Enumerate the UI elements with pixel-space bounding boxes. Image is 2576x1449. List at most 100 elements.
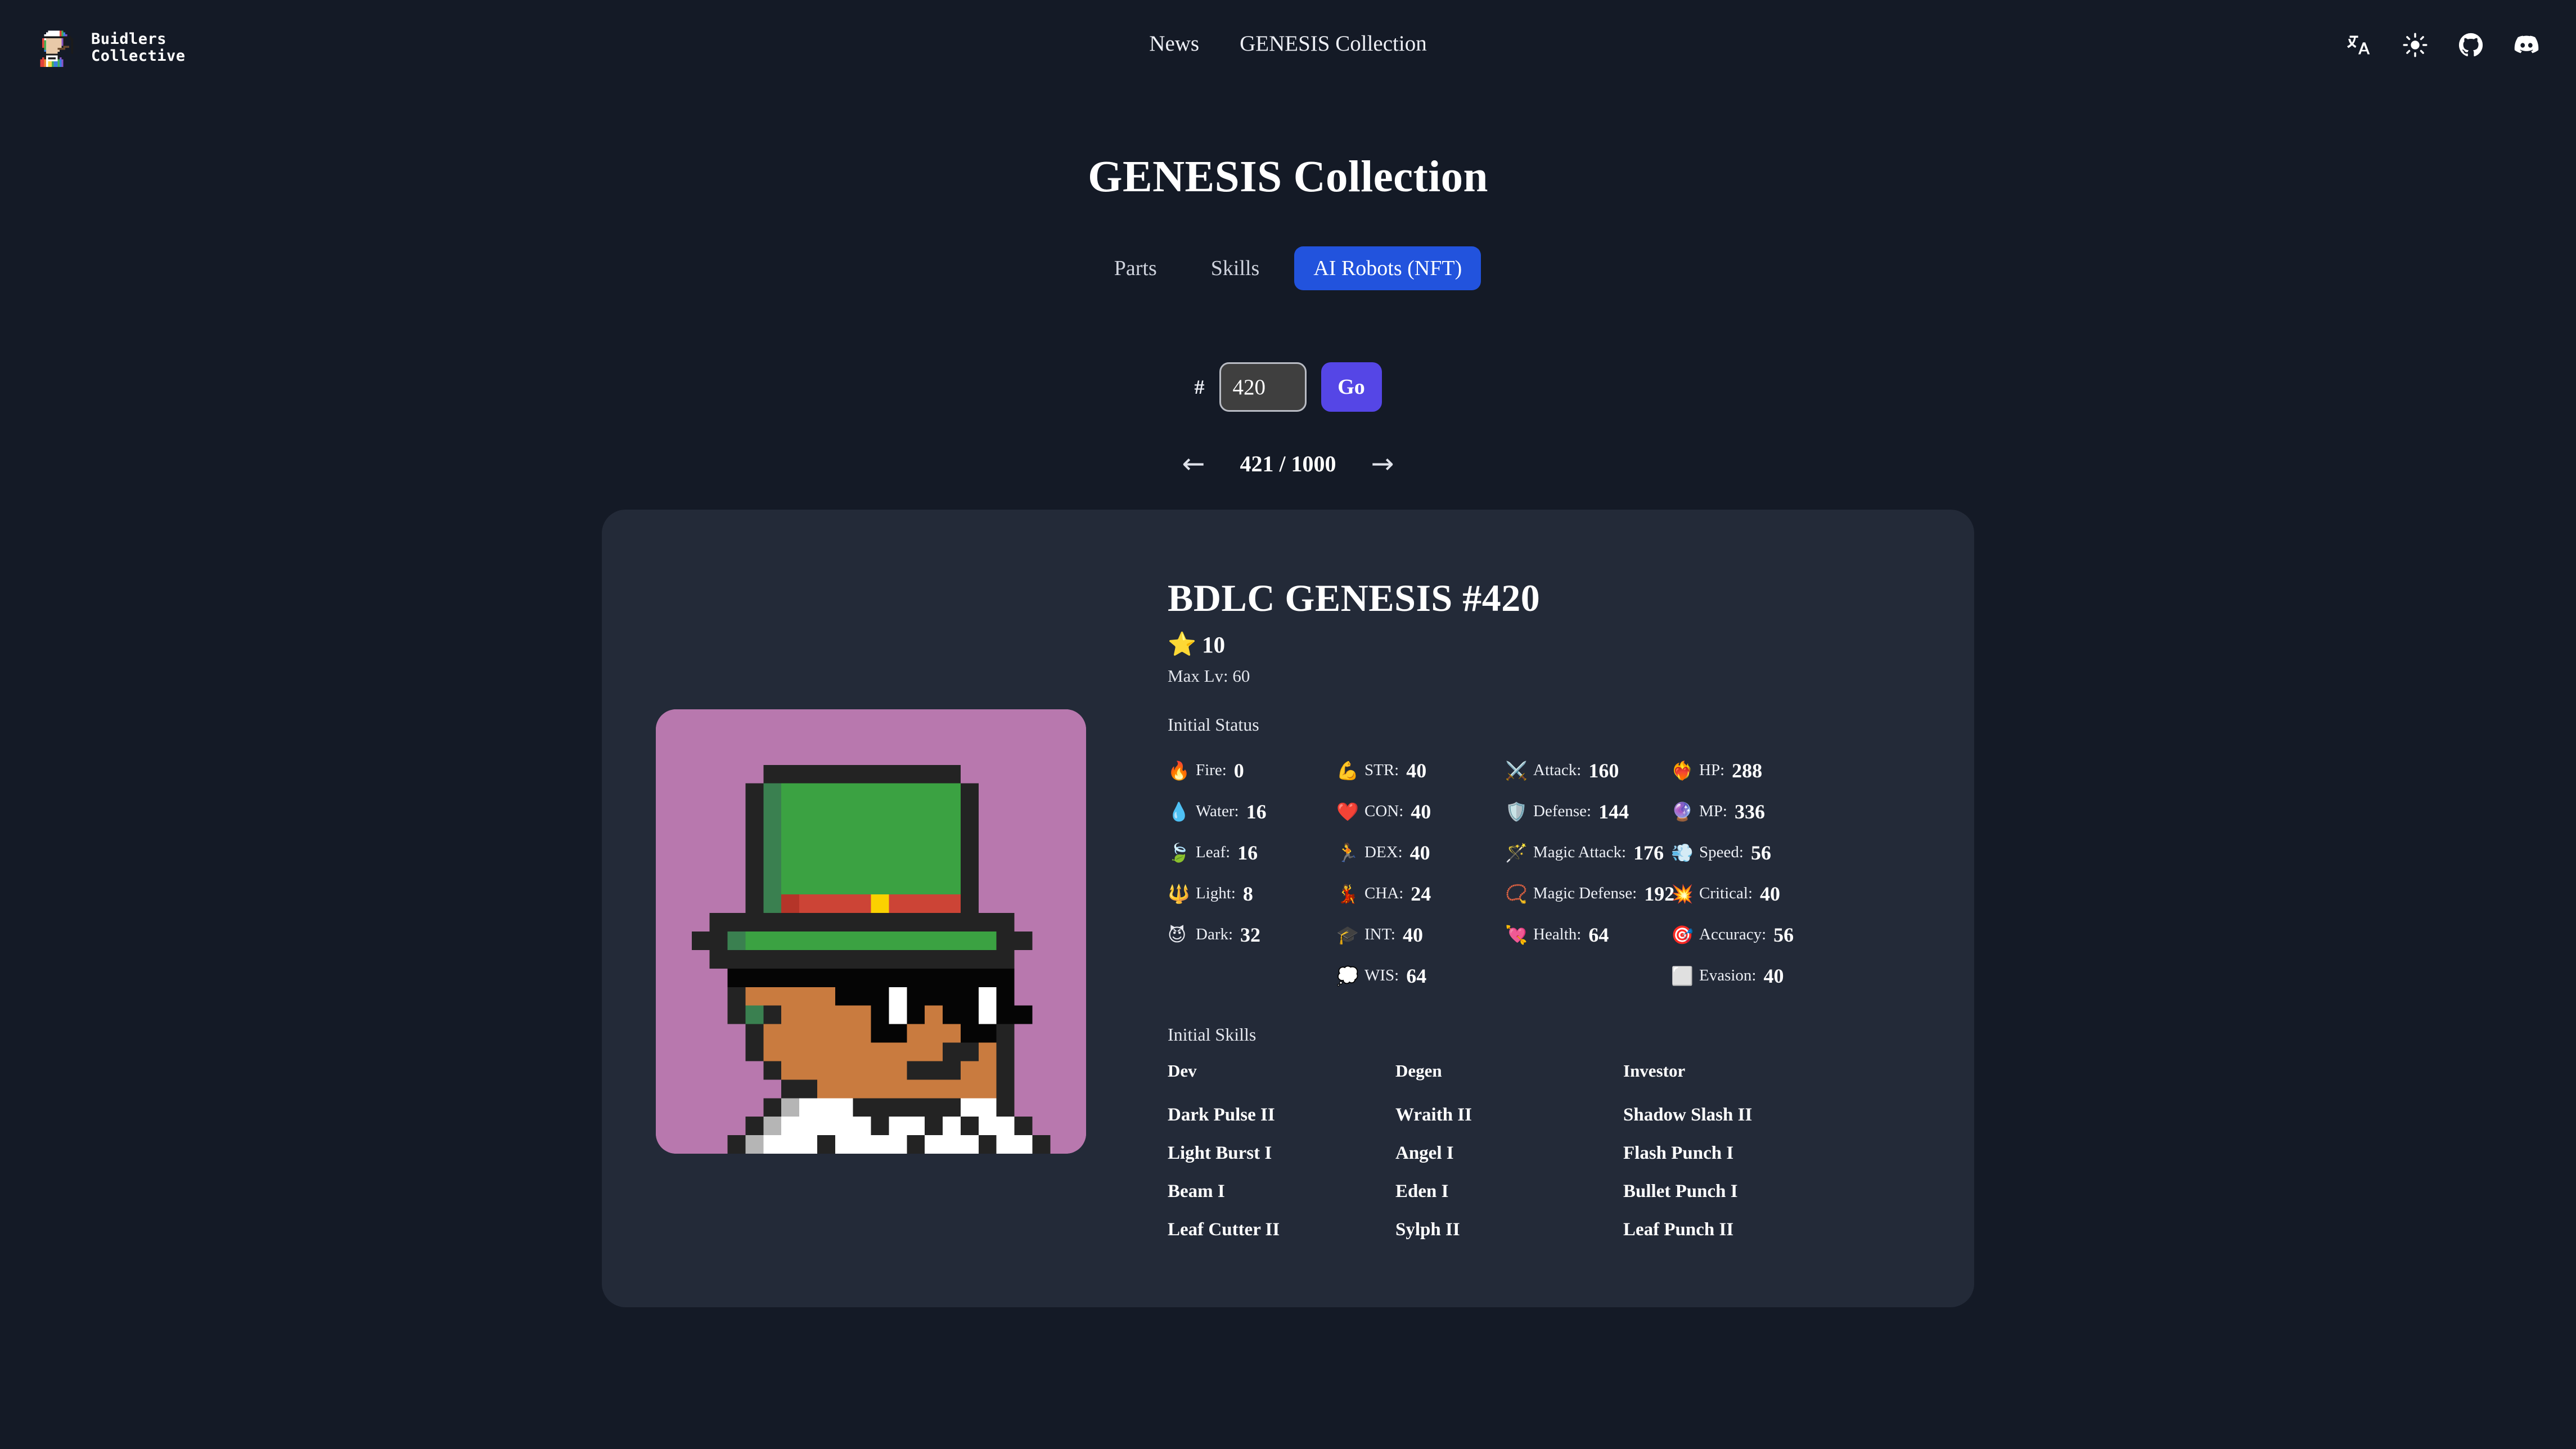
leaf-icon: 🍃 <box>1168 842 1190 863</box>
stat-value: 40 <box>1760 882 1781 905</box>
skill-item: Eden I <box>1395 1181 1449 1202</box>
stat-label: Light: <box>1196 884 1236 902</box>
stat-label: STR: <box>1364 761 1399 779</box>
stat-value: 40 <box>1402 923 1423 946</box>
charisma-icon: 💃 <box>1336 883 1359 904</box>
mp-icon: 🔮 <box>1671 800 1694 822</box>
stat-row: 🎯 Accuracy: 56 <box>1671 914 1840 955</box>
stat-label: Health: <box>1533 925 1582 943</box>
stat-label: DEX: <box>1364 843 1403 861</box>
nav-genesis-collection[interactable]: GENESIS Collection <box>1240 31 1427 56</box>
stat-column-elements: 🔥 Fire: 0 💧 Water: 16 🍃 Leaf: 16 🔱 Light: 8 😈 Dark: 32 <box>1168 750 1336 996</box>
stat-value: 176 <box>1633 841 1664 864</box>
skill-column: Degen Wraith II Angel I Eden I Sylph II <box>1395 1061 1623 1258</box>
stats-grid: 🔥 Fire: 0 💧 Water: 16 🍃 Leaf: 16 🔱 Light: 8 😈 Dark: 32… <box>1168 750 1920 996</box>
stat-label: Water: <box>1196 802 1239 820</box>
go-button[interactable]: Go <box>1321 362 1382 412</box>
skill-item: Beam I <box>1168 1181 1225 1202</box>
header-icon-group <box>2347 33 2539 57</box>
stat-value: 336 <box>1734 800 1765 823</box>
constitution-icon: ❤️ <box>1336 800 1359 822</box>
stat-value: 40 <box>1409 841 1430 864</box>
water-icon: 💧 <box>1168 800 1190 822</box>
rarity-row: ⭐ 10 <box>1168 631 1920 658</box>
stat-label: Attack: <box>1533 761 1582 779</box>
tab-ai-robots-nft[interactable]: AI Robots (NFT) <box>1294 246 1481 290</box>
stat-column-combat: ⚔️ Attack: 160 🛡️ Defense: 144 🪄 Magic Attack: 1… <box>1505 750 1674 996</box>
category-tabs: Parts Skills AI Robots (NFT) <box>0 246 2576 290</box>
stat-row: 🔱 Light: 8 <box>1168 873 1336 914</box>
skill-column: Investor Shadow Slash II Flash Punch I Bull… <box>1623 1061 1851 1258</box>
hp-icon: ❤️‍🔥 <box>1671 759 1694 781</box>
stat-label: Fire: <box>1196 761 1227 779</box>
magic-defense-icon: 📿 <box>1505 883 1528 904</box>
skills-grid: Dev Dark Pulse II Light Burst I Beam I Leaf … <box>1168 1061 1920 1258</box>
hash-label: # <box>1194 376 1205 398</box>
stat-row: 🪄 Magic Attack: 176 <box>1505 832 1671 873</box>
star-icon: ⭐ <box>1168 631 1197 658</box>
nft-info-column: BDLC GENESIS #420 ⭐ 10 Max Lv: 60 Initia… <box>1162 554 1920 1258</box>
stat-value: 56 <box>1773 923 1794 946</box>
stat-value: 56 <box>1750 841 1771 864</box>
pagination-label: 421 / 1000 <box>1240 451 1336 476</box>
stat-value: 40 <box>1406 759 1427 782</box>
nft-image-column <box>656 554 1162 1258</box>
defense-icon: 🛡️ <box>1505 800 1528 822</box>
brand-line-1: Buidlers <box>91 30 167 48</box>
discord-icon[interactable] <box>2514 33 2539 57</box>
github-icon[interactable] <box>2458 33 2483 57</box>
stat-value: 40 <box>1763 964 1784 987</box>
dark-icon: 😈 <box>1168 924 1187 946</box>
nav-news[interactable]: News <box>1149 31 1199 56</box>
page-title: GENESIS Collection <box>1088 152 1488 201</box>
stat-value: 144 <box>1598 800 1629 823</box>
skill-column: Dev Dark Pulse II Light Burst I Beam I Leaf … <box>1168 1061 1395 1258</box>
stat-value: 64 <box>1588 923 1609 946</box>
translate-icon[interactable] <box>2347 33 2372 57</box>
site-header: Buidlers Collective News GENESIS Collect… <box>0 0 2576 96</box>
stat-label: MP: <box>1699 802 1727 820</box>
stat-row: ❤️ CON: 40 <box>1336 791 1505 832</box>
token-id-input[interactable] <box>1219 362 1307 412</box>
stat-row: 🏃 DEX: 40 <box>1336 832 1505 873</box>
skill-item: Leaf Cutter II <box>1168 1220 1280 1240</box>
skill-item: Flash Punch I <box>1623 1143 1734 1163</box>
skill-item: Light Burst I <box>1168 1143 1272 1163</box>
stat-value: 160 <box>1588 759 1619 782</box>
stat-label: Dark: <box>1196 925 1233 943</box>
evasion-icon: ⬜ <box>1671 965 1694 987</box>
skill-item: Leaf Punch II <box>1623 1220 1734 1240</box>
tab-parts[interactable]: Parts <box>1095 246 1176 290</box>
stat-row: 💧 Water: 16 <box>1168 791 1336 832</box>
health-icon: 💘 <box>1505 924 1528 946</box>
sun-icon[interactable] <box>2403 33 2428 57</box>
skill-column-header: Investor <box>1623 1061 1686 1081</box>
stat-row: 🔮 MP: 336 <box>1671 791 1840 832</box>
critical-icon: 💥 <box>1671 883 1694 904</box>
nft-artwork <box>656 709 1086 1154</box>
stat-row: 🍃 Leaf: 16 <box>1168 832 1336 873</box>
skill-item: Dark Pulse II <box>1168 1105 1275 1125</box>
stat-row: 💥 Critical: 40 <box>1671 873 1840 914</box>
tab-skills[interactable]: Skills <box>1192 246 1279 290</box>
stat-label: CHA: <box>1364 884 1404 902</box>
stat-value: 0 <box>1233 759 1244 782</box>
stat-label: Magic Defense: <box>1533 884 1637 902</box>
stat-row: 💘 Health: 64 <box>1505 914 1671 955</box>
stat-label: Evasion: <box>1699 966 1757 984</box>
brand-text: Buidlers Collective <box>91 31 186 65</box>
accuracy-icon: 🎯 <box>1671 924 1694 946</box>
strength-icon: 💪 <box>1336 759 1359 781</box>
stat-column-vitals: ❤️‍🔥 HP: 288 🔮 MP: 336 💨 Speed: 56 💥 Critical: 40 🎯 A… <box>1671 750 1840 996</box>
stat-row: ⚔️ Attack: 160 <box>1505 750 1671 791</box>
prev-arrow-icon[interactable]: ← <box>1182 450 1205 478</box>
speed-icon: 💨 <box>1671 842 1694 863</box>
stat-row: 🎓 INT: 40 <box>1336 914 1505 955</box>
stat-label: Defense: <box>1533 802 1592 820</box>
brand-logo-link[interactable]: Buidlers Collective <box>33 25 186 71</box>
stat-label: WIS: <box>1364 966 1399 984</box>
pagination: ← 421 / 1000 → <box>0 450 2576 478</box>
next-arrow-icon[interactable]: → <box>1371 450 1394 478</box>
stat-value: 64 <box>1406 964 1427 987</box>
light-icon: 🔱 <box>1168 883 1190 904</box>
